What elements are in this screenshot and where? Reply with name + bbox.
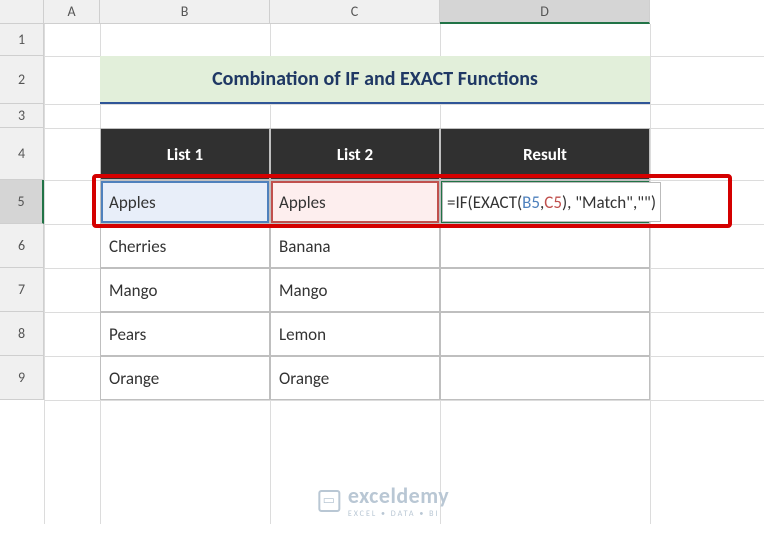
formula-token: EXACT(: [473, 192, 522, 213]
cell-d6[interactable]: [440, 224, 650, 268]
page-title: Combination of IF and EXACT Functions: [100, 56, 650, 104]
cell-b5[interactable]: Apples: [100, 180, 270, 224]
table-header-list2: List 2: [270, 128, 440, 180]
row-header-8[interactable]: 8: [0, 312, 44, 356]
column-header-row: A B C D: [0, 0, 650, 24]
cell-d8[interactable]: [440, 312, 650, 356]
brand-tagline: EXCEL • DATA • BI: [348, 509, 449, 519]
row-header-1[interactable]: 1: [0, 24, 44, 56]
select-all-corner[interactable]: [0, 0, 44, 24]
cell-b6[interactable]: Cherries: [100, 224, 270, 268]
cell-c9[interactable]: Orange: [270, 356, 440, 400]
cell-b8[interactable]: Pears: [100, 312, 270, 356]
row-header-5[interactable]: 5: [0, 180, 44, 224]
formula-token: =IF(: [447, 192, 473, 213]
formula-editor[interactable]: =IF( EXACT( B5 , C5 ) , "Match",""): [442, 182, 661, 222]
row-header-2[interactable]: 2: [0, 56, 44, 104]
formula-token: , "Match",""): [567, 192, 656, 213]
cell-c6[interactable]: Banana: [270, 224, 440, 268]
cell-c5[interactable]: Apples: [270, 180, 440, 224]
brand-name: exceldemy: [348, 482, 449, 509]
brand-icon: ▭: [318, 490, 340, 512]
table-header-result: Result: [440, 128, 650, 180]
formula-ref-b5: B5: [522, 192, 540, 213]
watermark: ▭ exceldemy EXCEL • DATA • BI: [318, 482, 449, 519]
col-header-d[interactable]: D: [440, 0, 650, 24]
cell-d7[interactable]: [440, 268, 650, 312]
table-header-list1: List 1: [100, 128, 270, 180]
spreadsheet: A B C D 1 2 3 4 5 6 7 8 9 Combination of…: [0, 0, 767, 539]
row-header-7[interactable]: 7: [0, 268, 44, 312]
cell-d9[interactable]: [440, 356, 650, 400]
cell-b7[interactable]: Mango: [100, 268, 270, 312]
row-header-3[interactable]: 3: [0, 104, 44, 128]
row-header-6[interactable]: 6: [0, 224, 44, 268]
cell-b9[interactable]: Orange: [100, 356, 270, 400]
col-header-c[interactable]: C: [270, 0, 440, 24]
row-header-col: 1 2 3 4 5 6 7 8 9: [0, 24, 44, 400]
row-header-4[interactable]: 4: [0, 128, 44, 180]
col-header-b[interactable]: B: [100, 0, 270, 24]
cell-c7[interactable]: Mango: [270, 268, 440, 312]
cell-c8[interactable]: Lemon: [270, 312, 440, 356]
col-header-a[interactable]: A: [44, 0, 100, 24]
formula-ref-c5: C5: [544, 192, 562, 213]
row-header-9[interactable]: 9: [0, 356, 44, 400]
